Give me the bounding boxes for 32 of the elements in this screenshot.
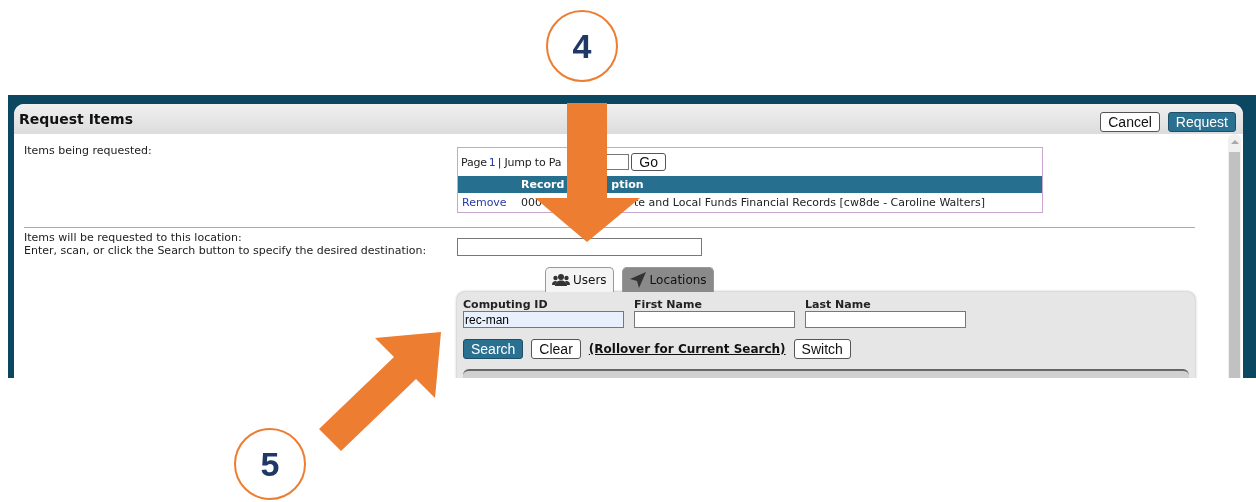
rollover-link[interactable]: (Rollover for Current Search) — [588, 342, 786, 356]
step-marker: 5 — [234, 428, 306, 500]
location-label: Items will be requested to this location: — [24, 231, 243, 244]
search-field[interactable]: rec-man — [463, 311, 624, 328]
dialog-button[interactable]: Cancel — [1100, 112, 1160, 132]
remove-link[interactable]: Remove — [462, 196, 521, 209]
scrollbar[interactable] — [1228, 134, 1241, 378]
pager-label: Page — [461, 155, 487, 169]
header-text: ption — [611, 178, 644, 191]
jump-label: | Jump to Pa — [497, 155, 562, 169]
step-marker: 4 — [546, 10, 618, 82]
go-button[interactable]: Go — [631, 153, 666, 171]
section-label: Items being requested: — [24, 144, 153, 157]
search-field[interactable] — [805, 311, 966, 328]
tab[interactable]: Users — [545, 267, 614, 292]
search-panel-button[interactable]: Switch — [793, 339, 851, 359]
page-link[interactable]: 1 — [488, 155, 496, 169]
navigation-arrow-icon — [628, 271, 647, 289]
search-field[interactable] — [634, 311, 795, 328]
field-label: Last Name — [805, 298, 872, 311]
field-label: First Name — [634, 298, 703, 311]
dialog-title: Request Items — [19, 111, 133, 127]
page-input[interactable] — [607, 154, 630, 170]
tab[interactable]: Locations — [621, 267, 714, 292]
header-text: Record — [521, 178, 565, 191]
dialog-button[interactable]: Request — [1167, 112, 1236, 132]
users-icon — [552, 273, 570, 287]
search-panel-button[interactable]: Clear — [531, 339, 581, 359]
field-label: Computing ID — [463, 298, 549, 311]
location-label: Enter, scan, or click the Search button to specify the desired destination: — [24, 244, 428, 257]
destination-field[interactable] — [457, 238, 702, 256]
search-panel-button[interactable]: Search — [463, 339, 524, 359]
